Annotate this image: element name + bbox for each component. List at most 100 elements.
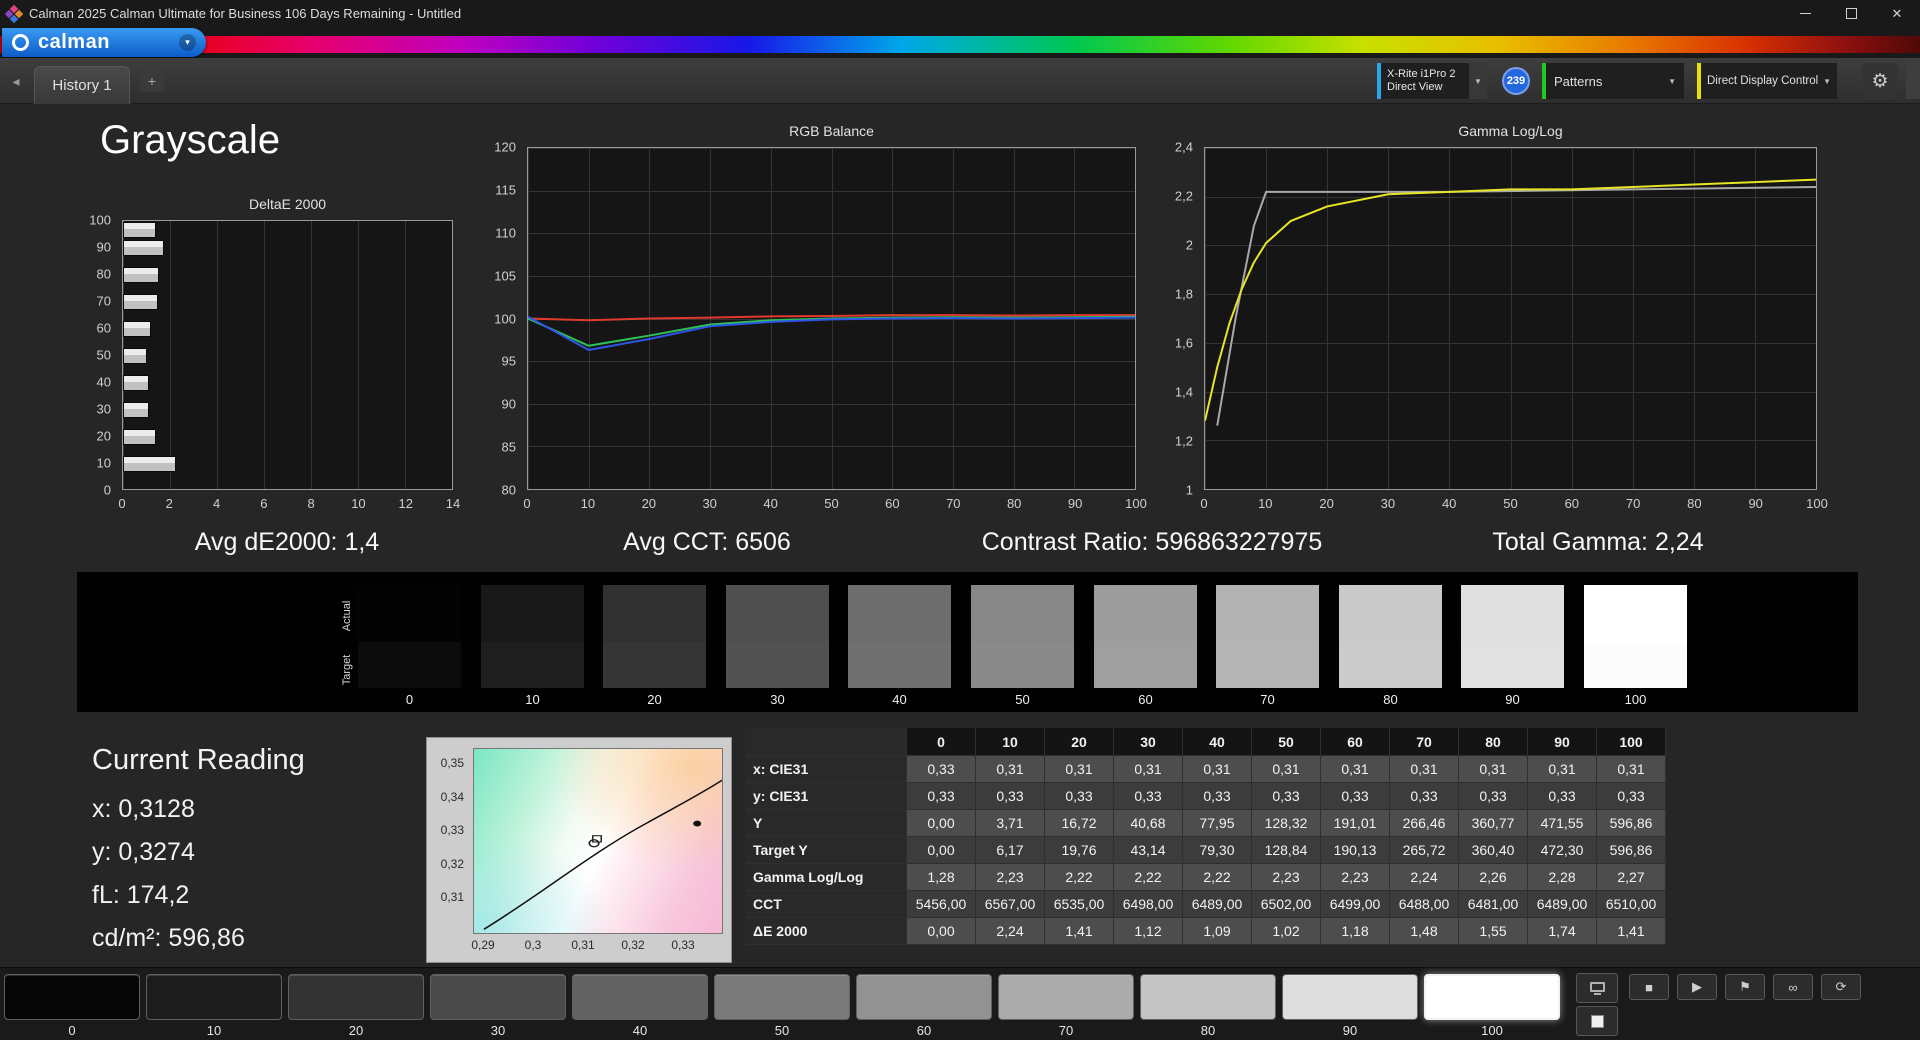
x-tick-label: 8: [307, 496, 315, 511]
grayscale-data-table: 0 10 20 30 40 50 60 70 80 90 100 x: CIE31 0,33 0,31 0,…: [745, 728, 1666, 945]
pattern-button-50[interactable]: [714, 974, 850, 1020]
pattern-button-0[interactable]: [4, 974, 140, 1020]
calman-logo-icon: [12, 34, 29, 51]
table-cell: 1,48: [1390, 918, 1459, 945]
grayscale-swatch-70: [1216, 585, 1319, 688]
x-tick-label: 6: [260, 496, 268, 511]
v-gridline: [405, 221, 406, 489]
swatch-label: 90: [1505, 692, 1520, 707]
table-cell: 0,33: [907, 783, 976, 810]
swatch-target: [1216, 641, 1319, 688]
table-cell: 472,30: [1528, 837, 1597, 864]
swatch-label: 30: [770, 692, 785, 707]
pattern-button-10[interactable]: [146, 974, 282, 1020]
y-tick-label: 2,4: [1174, 139, 1193, 155]
x-tick-label: 10: [1258, 496, 1273, 511]
pattern-label: 100: [1481, 1023, 1503, 1038]
minimize-icon: [1799, 13, 1811, 14]
actual-row-label: Actual: [341, 600, 353, 632]
display-mode-button[interactable]: [1576, 973, 1618, 1003]
pattern-button-30[interactable]: [430, 974, 566, 1020]
table-cell: 0,31: [1114, 756, 1183, 783]
table-cell: 43,14: [1114, 837, 1183, 864]
patterns-selector[interactable]: Patterns ▼: [1542, 63, 1684, 99]
settings-button[interactable]: ⚙: [1862, 63, 1898, 99]
meter-selector[interactable]: X-Rite i1Pro 2 Direct View: [1377, 63, 1469, 99]
x-tick-label: 60: [1564, 496, 1580, 511]
v-gridline: [452, 221, 453, 489]
display-stand-icon: [1593, 992, 1601, 995]
reading-y-value: y: 0,3274: [92, 838, 195, 866]
swatch-target: [971, 641, 1074, 688]
table-row-label: ΔE 2000: [745, 918, 907, 945]
meter-dropdown-icon[interactable]: ▼: [1469, 63, 1487, 99]
add-tab-button[interactable]: +: [140, 70, 164, 92]
table-cell: 0,33: [1390, 783, 1459, 810]
link-button[interactable]: ∞: [1773, 974, 1813, 1000]
restore-button[interactable]: [1828, 0, 1874, 27]
table-header-cell: 20: [1045, 728, 1114, 756]
table-cell: 2,28: [1528, 864, 1597, 891]
x-tick-label: 20: [641, 496, 657, 511]
delta-e-chart: DeltaE 2000 100 90 80 70 60 50 40 30 20 10 0 02468…: [77, 196, 477, 526]
table-header-cell: 10: [976, 728, 1045, 756]
x-tick-label: 100: [1806, 496, 1828, 511]
cie-y-tick: 0,32: [440, 856, 464, 871]
history-nav-icon[interactable]: ◂: [6, 71, 26, 91]
table-cell: 2,23: [976, 864, 1045, 891]
table-cell: 128,32: [1252, 810, 1321, 837]
reference-gray-series-line: [1217, 187, 1816, 426]
table-header-cell: 60: [1321, 728, 1390, 756]
flag-button[interactable]: ⚑: [1725, 974, 1765, 1000]
pattern-button-70[interactable]: [998, 974, 1134, 1020]
pattern-button-90[interactable]: [1282, 974, 1418, 1020]
table-cell: 1,18: [1321, 918, 1390, 945]
play-button[interactable]: ▶: [1677, 974, 1717, 1000]
pattern-count-badge[interactable]: 239: [1502, 67, 1530, 95]
swatch-actual: [1461, 585, 1564, 642]
table-header-cell: 90: [1528, 728, 1597, 756]
pattern-label: 80: [1200, 1023, 1216, 1038]
y-tick-label: 1,8: [1174, 286, 1193, 302]
close-button[interactable]: ✕: [1874, 0, 1920, 27]
table-cell: 1,41: [1045, 918, 1114, 945]
table-cell: 266,46: [1390, 810, 1459, 837]
table-cell: 2,27: [1597, 864, 1666, 891]
x-tick-label: 70: [946, 496, 961, 511]
display-control-selector[interactable]: Direct Display Control ▼: [1697, 63, 1837, 99]
pattern-button-20[interactable]: [288, 974, 424, 1020]
table-cell: 0,31: [1045, 756, 1114, 783]
play-icon: ▶: [1692, 979, 1702, 994]
calman-menu-button[interactable]: calman ▾: [2, 28, 206, 57]
gamma-chart: Gamma Log/Log 2,4 2,2 2 1,8 1,6 1,4 1,2 1 0 10 20…: [1159, 123, 1859, 533]
pattern-window-icon: [1590, 1014, 1604, 1028]
table-cell: 0,00: [907, 918, 976, 945]
pattern-button-100[interactable]: [1424, 974, 1560, 1020]
display-control-label: Direct Display Control: [1707, 75, 1819, 87]
table-row-label: Target Y: [745, 837, 907, 864]
pattern-button-60[interactable]: [856, 974, 992, 1020]
table-cell: 1,02: [1252, 918, 1321, 945]
tab-history-1[interactable]: History 1: [34, 66, 130, 104]
display-icon: [1589, 981, 1605, 992]
minimize-button[interactable]: [1782, 0, 1828, 27]
contrast-ratio-stat: Contrast Ratio: 596863227975: [981, 528, 1323, 556]
pattern-button-80[interactable]: [1140, 974, 1276, 1020]
x-tick-label: 4: [212, 496, 221, 511]
x-tick-label: 40: [763, 496, 778, 511]
stop-button[interactable]: ■: [1629, 974, 1669, 1000]
pattern-label: 60: [916, 1023, 932, 1038]
cie-x-tick: 0,31: [571, 938, 595, 952]
refresh-icon: ⟳: [1835, 979, 1847, 994]
delta-e-bar: [123, 267, 160, 283]
x-axis: 0 10 20 30 40 50 60 70 80 90 100: [523, 492, 1146, 512]
swatch-label: 60: [1138, 692, 1153, 707]
table-cell: 2,23: [1252, 864, 1321, 891]
refresh-button[interactable]: ⟳: [1821, 974, 1861, 1000]
pattern-button-40[interactable]: [572, 974, 708, 1020]
edge-panel-button[interactable]: [1906, 63, 1920, 99]
window-controls: ✕: [1782, 0, 1920, 27]
pattern-window-button[interactable]: [1576, 1006, 1618, 1036]
table-row-label: Y: [745, 810, 907, 837]
tab-bar: ◂ History 1 + X-Rite i1Pro 2 Direct View…: [0, 58, 1920, 104]
